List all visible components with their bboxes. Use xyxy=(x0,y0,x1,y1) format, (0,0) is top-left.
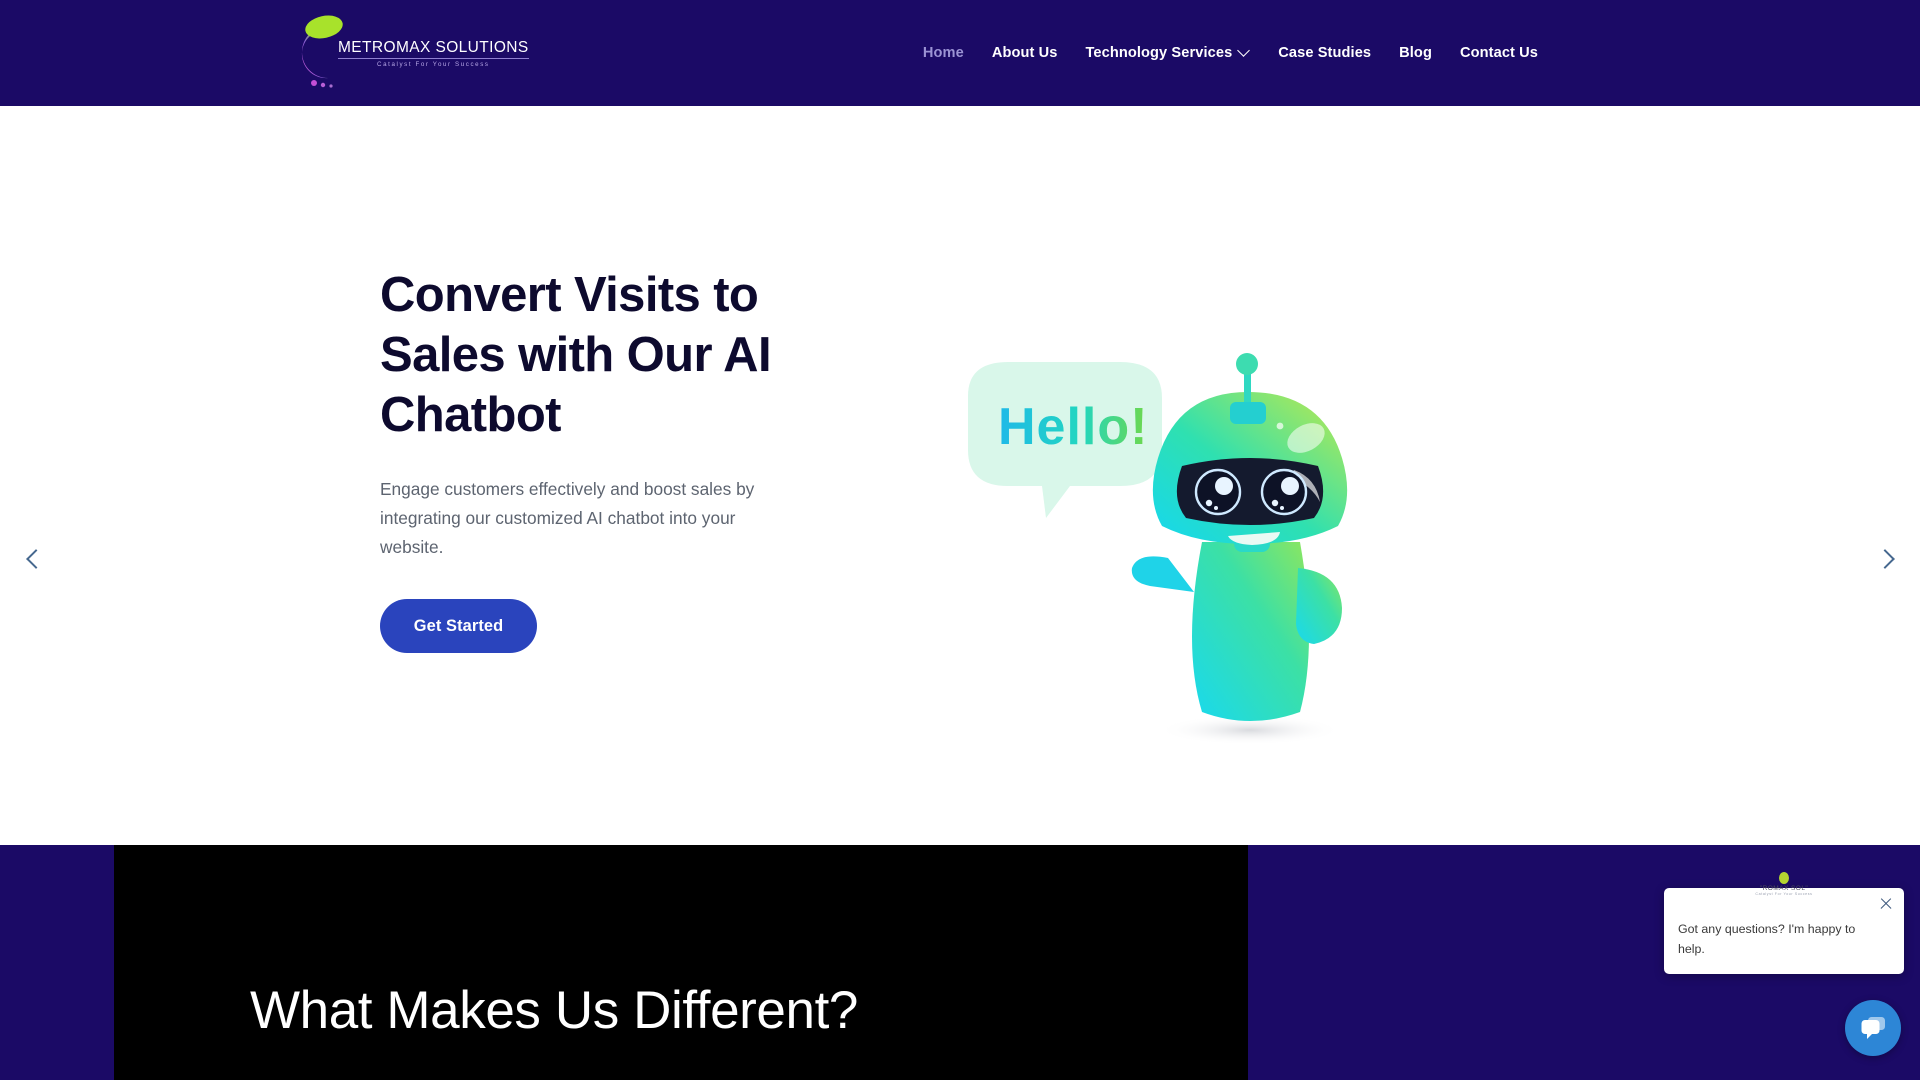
hero-copy: Convert Visits to Sales with Our AI Chat… xyxy=(380,266,820,654)
main-navigation: Home About Us Technology Services Case S… xyxy=(909,0,1552,106)
nav-item-contact-us[interactable]: Contact Us xyxy=(1446,45,1552,61)
logo-text: METROMAX SOLUTIONS Catalyst For Your Suc… xyxy=(338,40,529,68)
chat-logo-leaf-icon xyxy=(1779,872,1789,884)
hero-title: Convert Visits to Sales with Our AI Chat… xyxy=(380,268,772,442)
site-logo[interactable]: METROMAX SOLUTIONS Catalyst For Your Suc… xyxy=(280,8,529,96)
nav-item-label: Technology Services xyxy=(1085,45,1233,61)
nav-item-about-us[interactable]: About Us xyxy=(978,45,1072,61)
section-dark-panel: What Makes Us Different? xyxy=(114,845,1248,1080)
carousel-next-button[interactable] xyxy=(1866,538,1908,580)
hero-section: Convert Visits to Sales with Our AI Chat… xyxy=(0,106,1920,899)
what-makes-us-different-section: What Makes Us Different? xyxy=(0,845,1920,1080)
chat-launcher-button[interactable] xyxy=(1845,1000,1901,1056)
nav-item-label: Case Studies xyxy=(1278,45,1372,61)
chat-logo-name: "ROMAX SOL" xyxy=(1759,885,1809,892)
close-icon[interactable] xyxy=(1876,894,1896,914)
ai-chatbot-robot-illustration: Hello! xyxy=(968,353,1348,745)
chevron-down-icon xyxy=(1239,46,1250,57)
hero-slide: Convert Visits to Sales with Our AI Chat… xyxy=(0,106,1920,899)
page-root: METROMAX SOLUTIONS Catalyst For Your Suc… xyxy=(0,0,1920,1080)
chat-greeting-message: Got any questions? I'm happy to help. xyxy=(1678,922,1856,956)
chat-bubble-icon xyxy=(1861,1017,1885,1039)
logo-tagline: Catalyst For Your Success xyxy=(377,60,490,68)
nav-item-label: Contact Us xyxy=(1459,45,1538,61)
get-started-button[interactable]: Get Started xyxy=(380,599,537,654)
nav-item-blog[interactable]: Blog xyxy=(1385,45,1446,61)
nav-item-home[interactable]: Home xyxy=(909,45,978,61)
nav-item-technology-services[interactable]: Technology Services xyxy=(1071,45,1264,61)
svg-text:Hello!: Hello! xyxy=(998,398,1148,456)
nav-item-label: About Us xyxy=(991,45,1058,61)
hero-description: Engage customers effectively and boost s… xyxy=(380,479,755,557)
logo-title: METROMAX SOLUTIONS xyxy=(338,40,529,59)
chat-greeting-popup: "ROMAX SOL" Catalyst For Your Success Go… xyxy=(1664,872,1904,974)
section-title: What Makes Us Different? xyxy=(250,981,858,1040)
carousel-prev-button[interactable] xyxy=(12,538,54,580)
chevron-left-icon xyxy=(25,549,46,569)
chevron-right-icon xyxy=(1874,549,1895,569)
speech-bubble-icon: Hello! xyxy=(968,362,1162,518)
chat-logo-tagline: Catalyst For Your Success xyxy=(1755,892,1813,897)
nav-item-label: Home xyxy=(922,45,964,61)
chat-widget-logo: "ROMAX SOL" Catalyst For Your Success xyxy=(1746,872,1822,906)
nav-item-case-studies[interactable]: Case Studies xyxy=(1264,45,1385,61)
nav-item-label: Blog xyxy=(1399,45,1432,61)
site-header: METROMAX SOLUTIONS Catalyst For Your Suc… xyxy=(0,0,1920,106)
